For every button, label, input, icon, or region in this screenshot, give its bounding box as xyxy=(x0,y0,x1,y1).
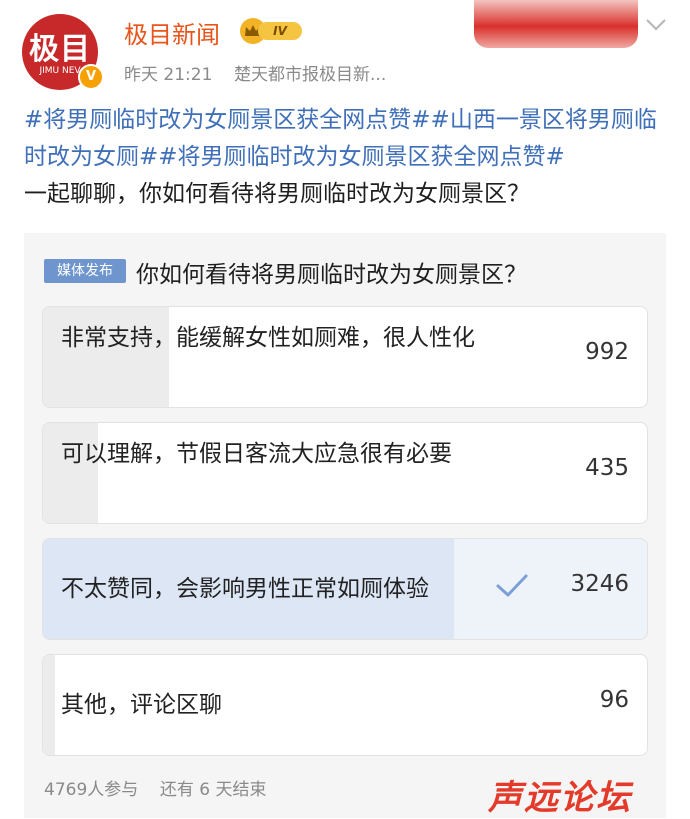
post-time: 昨天 21:21 xyxy=(124,65,213,85)
verified-badge-icon: V xyxy=(78,64,104,90)
member-level-badge[interactable]: IV xyxy=(240,18,304,44)
poll-option-selected[interactable]: 不太赞同，会影响男性正常如厕体验 3246 xyxy=(42,538,648,640)
avatar-logo-text: 极目 xyxy=(29,32,91,67)
hashtag-link[interactable]: #将男厕临时改为女厕景区获全网点赞# xyxy=(158,144,565,170)
watermark-text: 声远论坛 xyxy=(488,778,632,818)
media-badge: 媒体发布 xyxy=(44,259,126,283)
post-header: 极目 JIMU NEV V 极目新闻 IV 昨天 21:21 楚天都市报极目新.… xyxy=(0,0,690,100)
poll-card: 媒体发布 你如何看待将男厕临时改为女厕景区？ 非常支持，能缓解女性如厕难，很人性… xyxy=(24,233,666,818)
poll-question: 你如何看待将男厕临时改为女厕景区？ xyxy=(136,262,527,288)
watermark-logo: 声远论坛 xyxy=(488,770,688,818)
poll-option-count: 992 xyxy=(585,339,629,365)
poll-option[interactable]: 非常支持，能缓解女性如厕难，很人性化 992 xyxy=(42,306,648,408)
level-label: IV xyxy=(258,22,302,40)
chevron-down-icon[interactable] xyxy=(644,14,668,39)
poll-option-count: 96 xyxy=(599,687,629,713)
participant-count: 4769人参与 xyxy=(44,780,139,800)
poll-option-label: 可以理解，节假日客流大应急很有必要 xyxy=(61,441,452,467)
poll-option-count: 435 xyxy=(585,455,629,481)
post-text: 一起聊聊，你如何看待将男厕临时改为女厕景区？ xyxy=(24,181,530,207)
post-source: 楚天都市报极目新... xyxy=(234,65,387,85)
poll-footer: 4769人参与 还有 6 天结束 xyxy=(44,775,267,800)
poll-option[interactable]: 可以理解，节假日客流大应急很有必要 435 xyxy=(42,422,648,524)
poll-option-label: 其他，评论区聊 xyxy=(61,692,222,718)
poll-option-label: 不太赞同，会影响男性正常如厕体验 xyxy=(61,576,429,602)
post-content: #将男厕临时改为女厕景区获全网点赞##山西一景区将男厕临时改为女厕##将男厕临时… xyxy=(24,102,664,213)
poll-option-fill xyxy=(43,655,56,755)
header-image-thumbnail xyxy=(474,0,638,48)
time-remaining: 还有 6 天结束 xyxy=(159,780,267,800)
poll-option-count: 3246 xyxy=(570,571,629,597)
hashtag-link[interactable]: #将男厕临时改为女厕景区获全网点赞# xyxy=(24,107,431,133)
checkmark-icon xyxy=(495,571,529,601)
poll-option[interactable]: 其他，评论区聊 96 xyxy=(42,654,648,756)
account-name[interactable]: 极目新闻 xyxy=(124,15,220,50)
poll-option-label: 非常支持，能缓解女性如厕难，很人性化 xyxy=(61,325,475,351)
post-meta: 昨天 21:21 楚天都市报极目新... xyxy=(124,60,386,85)
